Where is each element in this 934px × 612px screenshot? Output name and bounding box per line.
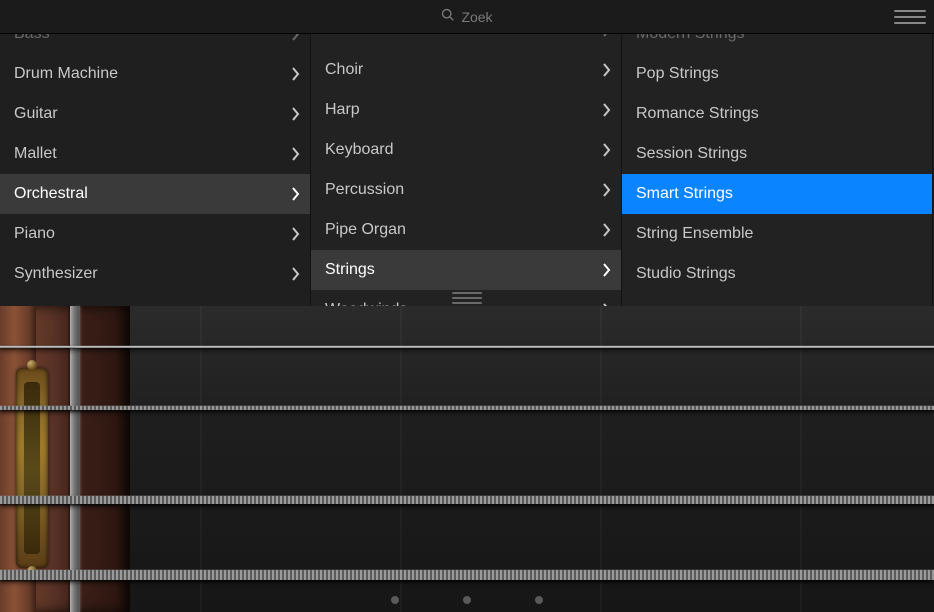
chevron-right-icon [292,187,300,201]
presets-item[interactable]: String Ensemble [622,214,932,254]
list-item-label: Studio Strings [636,265,736,283]
list-item-label: Harp [325,101,360,119]
subcategories-item[interactable]: Keyboard [311,130,621,170]
list-item-label: Synthesizer [14,265,98,283]
categories-item[interactable]: Synthesizer [0,254,310,294]
categories-item[interactable]: Drum Machine [0,54,310,94]
list-item-label: Strings [325,261,375,279]
presets-item[interactable]: Smart Strings [622,174,932,214]
column-subcategories: Brass Choir Harp Keyboard Percussion Pipe Org… [311,34,622,306]
list-item-label: Session Strings [636,145,747,163]
tuner-plate [16,368,48,568]
search-placeholder: Zoek [461,9,492,25]
subcategories-item[interactable]: Choir [311,50,621,90]
search-field[interactable]: Zoek [441,8,492,25]
list-item-label: Bass [14,34,50,43]
list-item-label: Piano [14,225,55,243]
subcategories-item[interactable]: Brass [311,34,621,50]
chevron-right-icon [292,147,300,161]
categories-item[interactable]: Guitar [0,94,310,134]
chevron-right-icon [603,103,611,117]
presets-item[interactable]: Romance Strings [622,94,932,134]
list-item-label: Pipe Organ [325,221,406,239]
column-presets: Modern Strings Pop Strings Romance Strings… [622,34,933,306]
column-categories: Bass Drum Machine Guitar Mallet Orchestral Pi… [0,34,311,306]
chevron-right-icon [292,67,300,81]
categories-item[interactable]: Vintage B3 Organ [0,294,310,306]
page-dot[interactable] [463,596,471,604]
list-item-label: String Ensemble [636,225,753,243]
list-item-label: Percussion [325,181,404,199]
list-item-label: Choir [325,61,363,79]
list-item-label: Smart Strings [636,185,733,203]
subcategories-item[interactable]: Strings [311,250,621,290]
list-item-label: Mallet [14,145,57,163]
instrument-view[interactable] [0,306,934,612]
subcategories-item[interactable]: Harp [311,90,621,130]
page-indicator [391,596,543,604]
instrument-browser: Bass Drum Machine Guitar Mallet Orchestral Pi… [0,34,934,306]
chevron-right-icon [603,223,611,237]
presets-item[interactable]: Pop Strings [622,54,932,94]
list-item-label: Guitar [14,105,58,123]
list-item-label: Keyboard [325,141,394,159]
subcategories-item[interactable]: Percussion [311,170,621,210]
browser-resize-handle[interactable] [452,292,482,304]
presets-item[interactable]: Session Strings [622,134,932,174]
chevron-right-icon [603,263,611,277]
categories-item[interactable]: Mallet [0,134,310,174]
chevron-right-icon [603,63,611,77]
page-dot[interactable] [391,596,399,604]
list-item-label: Drum Machine [14,65,118,83]
search-icon [441,8,455,25]
presets-item[interactable]: Studio Strings [622,254,932,294]
list-item-label: Romance Strings [636,105,759,123]
categories-item[interactable]: Orchestral [0,174,310,214]
categories-item[interactable]: Piano [0,214,310,254]
presets-item[interactable]: Modern Strings [622,34,932,54]
subcategories-item[interactable]: Pipe Organ [311,210,621,250]
list-item-label: Brass [325,34,366,39]
chevron-right-icon [603,34,611,37]
chevron-right-icon [292,34,300,41]
chevron-right-icon [603,143,611,157]
top-bar: Zoek [0,0,934,34]
chevron-right-icon [292,107,300,121]
list-item-label: Orchestral [14,185,88,203]
page-dot[interactable] [535,596,543,604]
chevron-right-icon [292,267,300,281]
chevron-right-icon [292,227,300,241]
instrument-nut [70,306,80,612]
chevron-right-icon [603,183,611,197]
categories-item[interactable]: Bass [0,34,310,54]
list-item-label: Pop Strings [636,65,719,83]
menu-button[interactable] [894,7,926,27]
list-item-label: Modern Strings [636,34,745,43]
